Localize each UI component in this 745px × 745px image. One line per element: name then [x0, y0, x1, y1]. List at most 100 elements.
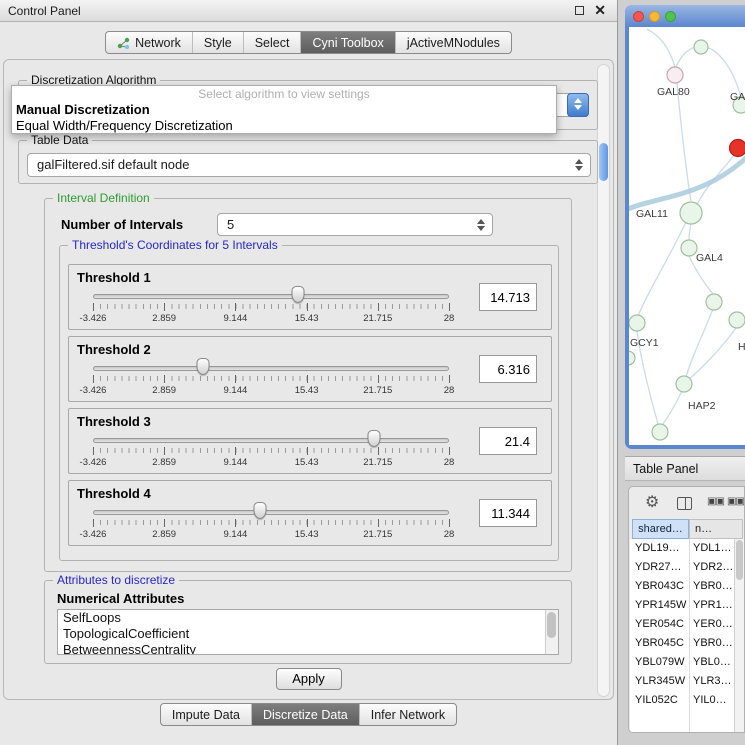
threshold-1-slider-thumb[interactable] [292, 286, 305, 303]
tab-jactivemnodules[interactable]: jActiveMNodules [395, 32, 511, 53]
table-row[interactable]: YBL079W YBL0… [630, 653, 734, 672]
node-label: GA [730, 91, 745, 103]
num-intervals-label: Number of Intervals [61, 217, 183, 232]
network-node[interactable] [681, 240, 697, 256]
network-node[interactable] [729, 312, 745, 328]
network-node[interactable] [629, 351, 635, 365]
network-canvas[interactable]: GAL80 GA GAL11 GAL4 GCY1 HAP2 H [629, 27, 745, 445]
slider-track[interactable] [93, 366, 449, 371]
network-node[interactable] [706, 294, 722, 310]
tab-network[interactable]: Network [106, 32, 192, 53]
scale-label: 15.43 [295, 385, 319, 396]
apply-button[interactable]: Apply [276, 668, 342, 690]
tab-select[interactable]: Select [243, 32, 301, 53]
threshold-3-panel: Threshold 3 -3.426 2.859 9.144 15.43 [68, 408, 552, 474]
panel-scrollbar-thumb[interactable] [599, 143, 608, 181]
network-window-titlebar [625, 5, 745, 27]
list-scrollbar-thumb[interactable] [547, 612, 556, 638]
slider-track[interactable] [93, 510, 449, 515]
panel-scrollbar[interactable] [597, 64, 610, 697]
select-rows-icon[interactable]: ▣▣ [727, 496, 744, 507]
threshold-4-value-input[interactable] [479, 499, 537, 527]
scale-label: 9.144 [224, 385, 248, 396]
attributes-list[interactable]: SelfLoops TopologicalCoefficient Between… [57, 609, 559, 655]
select-columns-icon[interactable]: ▣▣ [707, 496, 724, 507]
network-node[interactable] [667, 67, 683, 83]
slider-ticks [93, 304, 449, 309]
slider-major-tick [449, 447, 450, 455]
combobox-arrows-button[interactable] [567, 93, 589, 117]
table-panel-header: Table Panel [625, 456, 745, 481]
tab-style[interactable]: Style [192, 32, 243, 53]
table-row[interactable]: YPR145W YPR1… [630, 596, 734, 615]
dropdown-option-manual[interactable]: Manual Discretization [12, 102, 556, 118]
table-row[interactable]: YLR345W YLR3… [630, 672, 734, 691]
threshold-1-value-input[interactable] [479, 283, 537, 311]
threshold-3-slider-thumb[interactable] [368, 430, 381, 447]
dropdown-option-equal-width[interactable]: Equal Width/Frequency Discretization [12, 118, 556, 134]
stepper-icon[interactable] [477, 219, 485, 231]
close-button[interactable] [633, 11, 644, 22]
slider-major-tick [378, 303, 379, 311]
threshold-2-slider[interactable]: -3.426 2.859 9.144 15.43 21.715 28 [93, 337, 449, 403]
slider-track[interactable] [93, 294, 449, 299]
scale-label: -3.426 [80, 457, 107, 468]
threshold-2-slider-thumb[interactable] [197, 358, 210, 375]
tab-cyni-toolbox[interactable]: Cyni Toolbox [300, 32, 394, 53]
columns-icon[interactable] [677, 497, 692, 510]
table-row[interactable]: YBR045C YBR0… [630, 634, 734, 653]
attributes-group-title: Attributes to discretize [53, 573, 179, 587]
table-scrollbar-thumb[interactable] [736, 540, 743, 580]
network-icon [117, 37, 130, 49]
network-node[interactable] [676, 376, 692, 392]
list-item[interactable]: SelfLoops [58, 610, 558, 626]
gear-icon[interactable]: ⚙ [645, 492, 659, 512]
threshold-1-slider[interactable]: -3.426 2.859 9.144 15.43 21.715 28 [93, 265, 449, 331]
table-row[interactable]: YDR27… YDR2… [630, 558, 734, 577]
list-item[interactable]: BetweennessCentrality [58, 642, 558, 655]
zoom-button[interactable] [665, 11, 676, 22]
tab-infer-network[interactable]: Infer Network [359, 704, 456, 725]
tab-impute-data[interactable]: Impute Data [161, 704, 251, 725]
network-node[interactable] [629, 315, 645, 331]
node-label: GAL11 [636, 208, 668, 220]
column-header-name[interactable]: n… [689, 519, 743, 539]
scale-label: 15.43 [295, 457, 319, 468]
threshold-4-slider-thumb[interactable] [254, 502, 267, 519]
stepper-icon[interactable] [575, 159, 583, 171]
network-node[interactable] [680, 202, 702, 224]
minimize-button[interactable] [649, 11, 660, 22]
list-scrollbar[interactable] [545, 610, 558, 654]
list-item[interactable]: TopologicalCoefficient [58, 626, 558, 642]
slider-major-tick [93, 375, 94, 383]
threshold-3-slider[interactable]: -3.426 2.859 9.144 15.43 21.715 28 [93, 409, 449, 475]
threshold-4-slider[interactable]: -3.426 2.859 9.144 15.43 21.715 28 [93, 481, 449, 547]
table-row[interactable]: YER054C YER0… [630, 615, 734, 634]
slider-major-tick [307, 303, 308, 311]
network-node-selected[interactable] [730, 140, 745, 157]
tab-discretize-data[interactable]: Discretize Data [251, 704, 359, 725]
table-scrollbar[interactable] [734, 539, 744, 732]
slider-major-tick [235, 519, 236, 527]
table-row[interactable]: YIL052C YIL0… [630, 691, 734, 710]
float-window-icon[interactable] [575, 6, 584, 15]
slider-major-tick [378, 519, 379, 527]
slider-track[interactable] [93, 438, 449, 443]
threshold-2-value-input[interactable] [479, 355, 537, 383]
network-node[interactable] [652, 424, 668, 440]
num-intervals-combobox[interactable]: 5 [217, 213, 493, 236]
interval-definition-group: Interval Definition Number of Intervals … [44, 198, 572, 572]
network-node[interactable] [694, 40, 708, 54]
table-row[interactable]: YDL19… YDL1… [630, 539, 734, 558]
scale-label: -3.426 [80, 313, 107, 324]
threshold-1-panel: Threshold 1 -3.426 2.859 9.144 15.43 [68, 264, 552, 330]
table-row[interactable]: YBR043C YBR0… [630, 577, 734, 596]
control-panel-window: Control Panel ✕ Network Style Select Cyn… [0, 0, 618, 745]
scale-label: -3.426 [80, 385, 107, 396]
close-icon[interactable]: ✕ [594, 2, 606, 19]
threshold-3-value-input[interactable] [479, 427, 537, 455]
scale-label: 9.144 [224, 313, 248, 324]
threshold-2-panel: Threshold 2 -3.426 2.859 9.144 15.43 [68, 336, 552, 402]
table-data-combobox[interactable]: galFiltered.sif default node [27, 153, 591, 177]
column-header-shared-name[interactable]: shared… [632, 519, 689, 539]
